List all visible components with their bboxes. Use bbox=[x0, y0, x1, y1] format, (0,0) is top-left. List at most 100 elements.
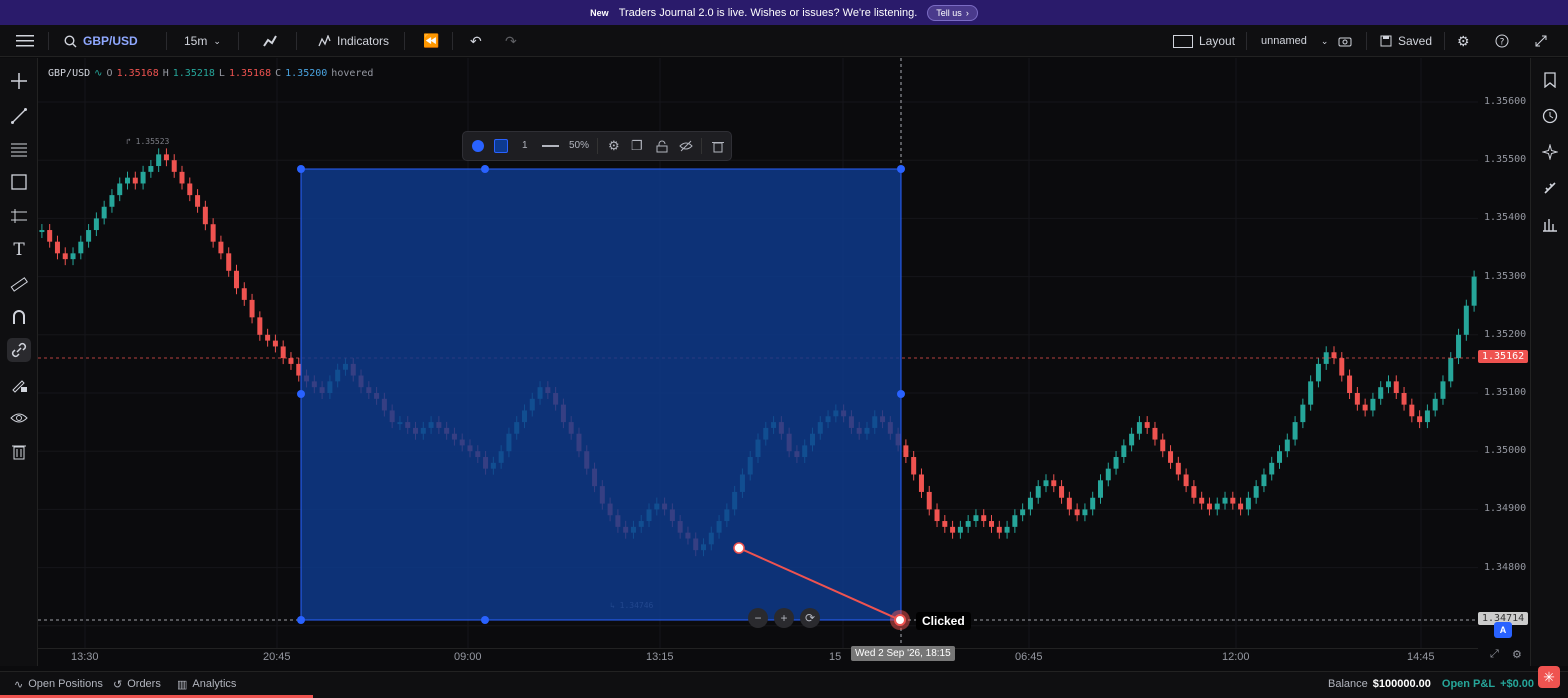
trade-button[interactable] bbox=[1539, 177, 1561, 199]
redo-button[interactable]: ↷ bbox=[505, 25, 517, 57]
trash-icon[interactable] bbox=[712, 140, 724, 153]
help-button[interactable]: ? bbox=[1495, 25, 1509, 57]
link-tool[interactable] bbox=[7, 338, 31, 362]
layout-button[interactable]: Layout bbox=[1173, 25, 1235, 57]
low-label: L bbox=[218, 68, 225, 79]
low-value: 1.35168 bbox=[228, 68, 272, 79]
rectangle-icon bbox=[11, 174, 27, 190]
price-tick-label: 1.34800 bbox=[1484, 561, 1527, 573]
price-tick-label: 1.35500 bbox=[1484, 154, 1527, 166]
candle-body bbox=[86, 230, 92, 242]
fib-tool[interactable] bbox=[7, 137, 31, 161]
crosshair-time-tag: Wed 2 Sep '26, 18:15 bbox=[851, 646, 955, 661]
line-style-icon[interactable] bbox=[542, 145, 559, 147]
app-logo[interactable]: ✳ bbox=[1538, 666, 1560, 688]
candle-body bbox=[1347, 375, 1353, 393]
lock-drawings-tool[interactable] bbox=[7, 372, 31, 396]
tab-open-positions[interactable]: ∿ Open Positions bbox=[14, 672, 103, 696]
tell-us-button[interactable]: Tell us › bbox=[927, 4, 978, 21]
candle-body bbox=[1269, 462, 1275, 475]
ai-button[interactable] bbox=[1539, 141, 1561, 163]
candle-body bbox=[1308, 381, 1314, 405]
candle-body bbox=[1463, 305, 1469, 335]
screenshot-button[interactable] bbox=[1338, 25, 1352, 57]
candle-body bbox=[265, 334, 271, 341]
clock-icon bbox=[1542, 108, 1558, 124]
line-width-button[interactable]: 1 bbox=[522, 140, 528, 151]
chart-type-button[interactable] bbox=[262, 25, 278, 57]
tab-orders[interactable]: ↺ Orders bbox=[113, 672, 161, 696]
sliders-icon[interactable]: ⚙ bbox=[608, 138, 620, 154]
chevron-down-icon: ⌄ bbox=[213, 35, 221, 46]
rectangle-drawing bbox=[300, 168, 902, 621]
layout-name-select[interactable]: unnamed ⌄ bbox=[1261, 25, 1328, 57]
time-tick-label: 13:15 bbox=[646, 651, 674, 663]
unlock-icon[interactable] bbox=[656, 140, 668, 153]
price-chart[interactable]: ↱ 1.35523↳ 1.34746 bbox=[38, 58, 1478, 666]
zoom-in-button[interactable]: + bbox=[774, 608, 794, 628]
layout-icon bbox=[1173, 34, 1193, 48]
gear-icon[interactable]: ⚙ bbox=[1512, 648, 1522, 661]
candle-body bbox=[218, 241, 224, 254]
candle-body bbox=[950, 526, 956, 533]
interval-select[interactable]: 15m ⌄ bbox=[184, 25, 221, 57]
trendline-tool[interactable] bbox=[7, 104, 31, 128]
candle-body bbox=[62, 253, 68, 260]
time-tick-label: 12:00 bbox=[1222, 651, 1250, 663]
candle-body bbox=[1471, 276, 1477, 306]
account-summary: Balance $100000.00 Open P&L +$0.00 bbox=[1328, 672, 1534, 696]
plug-icon bbox=[1544, 182, 1556, 194]
reset-zoom-button[interactable]: ⟳ bbox=[800, 608, 820, 628]
candle-body bbox=[1222, 497, 1228, 504]
candle-body bbox=[226, 253, 232, 271]
candle-body bbox=[241, 288, 247, 300]
candle-body bbox=[249, 299, 255, 318]
candle-body bbox=[934, 509, 940, 522]
auto-scale-badge[interactable]: A bbox=[1494, 622, 1512, 638]
candle-body bbox=[1175, 462, 1181, 475]
time-axis[interactable]: 13:30 20:45 09:00 13:15 15 06:45 12:00 14:45 bbox=[38, 648, 1478, 666]
candle-body bbox=[989, 521, 995, 527]
price-tick-label: 1.35600 bbox=[1484, 96, 1527, 107]
clone-icon[interactable]: ❐ bbox=[631, 138, 643, 154]
visibility-tool[interactable] bbox=[7, 406, 31, 430]
undo-button[interactable]: ↶ bbox=[470, 25, 482, 57]
tab-analytics[interactable]: ▥ Analytics bbox=[177, 672, 236, 696]
hide-icon[interactable] bbox=[679, 140, 693, 152]
candle-body bbox=[1020, 509, 1026, 516]
save-button[interactable]: Saved bbox=[1380, 25, 1432, 57]
fullscreen-button[interactable] bbox=[1535, 25, 1547, 57]
alerts-button[interactable] bbox=[1539, 105, 1561, 127]
symbol-search[interactable]: GBP/USD bbox=[64, 25, 138, 57]
asterisk-icon: ✳ bbox=[1543, 668, 1555, 685]
indicators-button[interactable]: Indicators bbox=[318, 25, 389, 57]
replay-button[interactable]: ⏪ bbox=[423, 25, 439, 57]
candle-body bbox=[195, 195, 201, 207]
analysis-button[interactable] bbox=[1539, 213, 1561, 235]
position-tool[interactable] bbox=[7, 204, 31, 228]
candle-body bbox=[1417, 416, 1423, 423]
opacity-button[interactable]: 50% bbox=[569, 140, 589, 151]
candle-body bbox=[1292, 422, 1298, 440]
price-tick-label: 1.35300 bbox=[1484, 270, 1527, 282]
settings-button[interactable]: ⚙ bbox=[1457, 25, 1470, 57]
candle-body bbox=[1191, 486, 1197, 498]
menu-button[interactable] bbox=[16, 25, 34, 57]
text-tool[interactable]: T bbox=[7, 238, 31, 262]
magnet-tool[interactable] bbox=[7, 305, 31, 329]
rectangle-tool[interactable] bbox=[7, 170, 31, 194]
remove-drawings-tool[interactable] bbox=[7, 439, 31, 463]
candle-body bbox=[918, 474, 924, 492]
candle-body bbox=[156, 154, 162, 167]
color-dot-button[interactable] bbox=[472, 140, 484, 152]
fill-color-button[interactable] bbox=[494, 139, 508, 153]
watchlist-button[interactable] bbox=[1539, 69, 1561, 91]
time-tick-label: 14:45 bbox=[1407, 651, 1435, 663]
ruler-tool[interactable] bbox=[7, 272, 31, 296]
crosshair-tool[interactable] bbox=[7, 69, 31, 93]
pnl-label: Open P&L bbox=[1441, 678, 1496, 690]
zoom-out-button[interactable]: − bbox=[748, 608, 768, 628]
resize-handle bbox=[297, 165, 305, 173]
expand-icon[interactable]: ⤢ bbox=[1490, 648, 1499, 661]
trend-icon: ∿ bbox=[94, 68, 103, 79]
